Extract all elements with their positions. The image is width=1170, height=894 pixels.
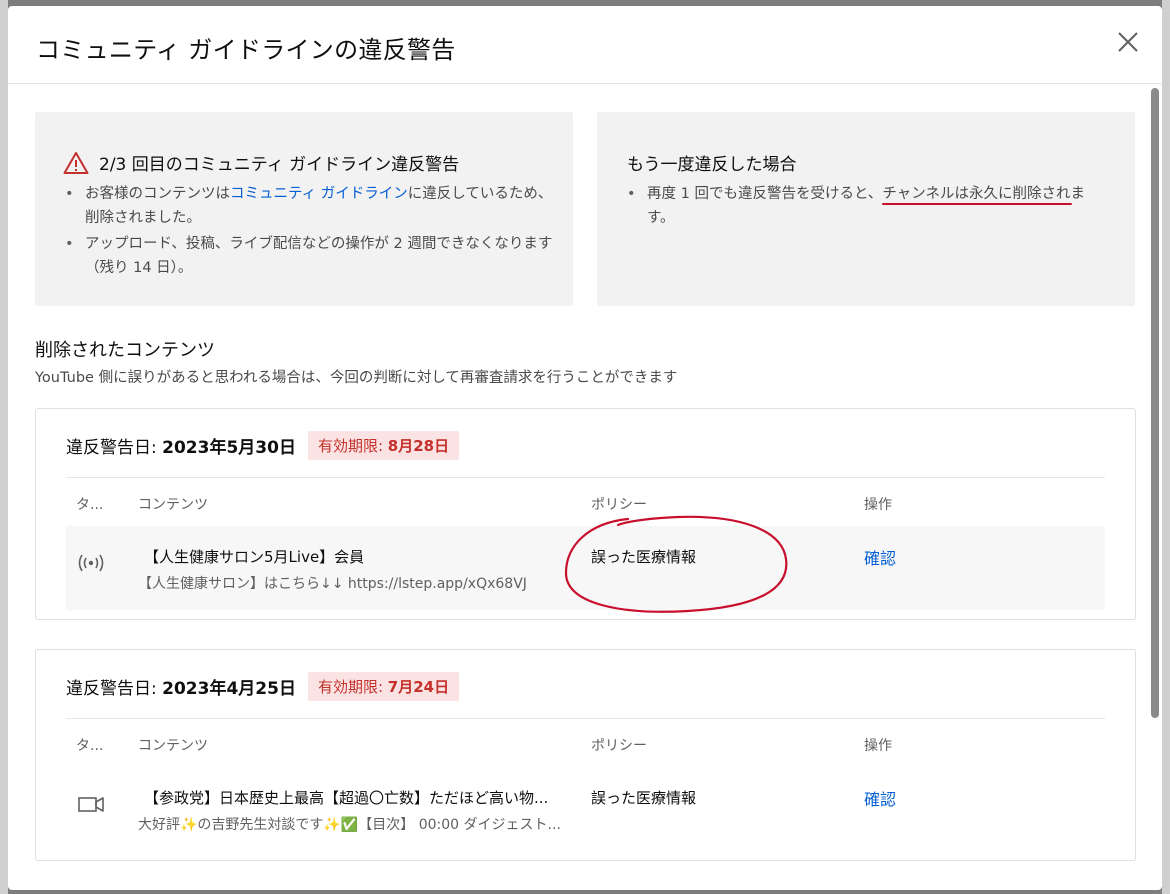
dialog-header: コミュニティ ガイドラインの違反警告 bbox=[8, 6, 1162, 84]
next-violation-panel: もう一度違反した場合 再度 1 回でも違反警告を受けると、チャンネルは永久に削除… bbox=[597, 112, 1135, 306]
header-policy: ポリシー bbox=[591, 497, 647, 513]
strike-date: 違反警告日: 2023年4月25日 bbox=[66, 674, 296, 699]
strike-date-value: 2023年5月30日 bbox=[162, 438, 296, 458]
strike-date-label: 違反警告日: bbox=[66, 679, 157, 699]
review-link[interactable]: 確認 bbox=[864, 545, 896, 569]
header-type: タ... bbox=[76, 738, 104, 754]
expiry-badge: 有効期限: 7月24日 bbox=[307, 672, 460, 701]
header-action: 操作 bbox=[864, 738, 892, 754]
content-description: 【人生健康サロン】はこちら↓↓ https://lstep.app/xQx68V… bbox=[138, 576, 527, 592]
strike-panel-title-text: 2/3 回目のコミュニティ ガイドライン違反警告 bbox=[99, 155, 460, 175]
video-camera-icon bbox=[78, 797, 104, 812]
strike-card-header: 違反警告日: 2023年4月25日 有効期限: 7月24日 bbox=[66, 672, 460, 701]
content-title[interactable]: 【人生健康サロン5月Live】会員 bbox=[144, 546, 364, 567]
strike-date: 違反警告日: 2023年5月30日 bbox=[66, 433, 296, 458]
removed-content-subtitle: YouTube 側に誤りがあると思われる場合は、今回の判断に対して再審査請求を行… bbox=[35, 370, 678, 386]
next-bullet: 再度 1 回でも違反警告を受けると、チャンネルは永久に削除されます。 bbox=[627, 182, 1107, 230]
strike-card-header: 違反警告日: 2023年5月30日 有効期限: 8月28日 bbox=[66, 431, 460, 460]
strike-bullet-restriction: アップロード、投稿、ライブ配信などの操作が 2 週間できなくなります（残り 14… bbox=[65, 232, 555, 280]
content-title[interactable]: 【参政党】日本歴史上最高【超過〇亡数】ただほど高い物... bbox=[144, 787, 548, 808]
bullet-text: お客様のコンテンツは bbox=[85, 186, 230, 202]
underlined-text: チャンネルは永久に削除され bbox=[882, 186, 1071, 202]
strike-bullets: お客様のコンテンツはコミュニティ ガイドラインに違反しているため、削除されました… bbox=[65, 182, 555, 282]
table-header: タ... コンテンツ ポリシー 操作 bbox=[66, 477, 1105, 527]
expiry-value: 8月28日 bbox=[387, 437, 450, 455]
table-row: 【参政党】日本歴史上最高【超過〇亡数】ただほど高い物... 大好評✨の吉野先生対… bbox=[66, 767, 1105, 851]
dialog-title: コミュニティ ガイドラインの違反警告 bbox=[36, 36, 456, 64]
scrollbar[interactable] bbox=[1151, 88, 1159, 718]
content-description: 大好評✨の吉野先生対談です✨✅【目次】 00:00 ダイジェスト... bbox=[138, 817, 561, 833]
header-content: コンテンツ bbox=[138, 738, 208, 754]
expiry-label: 有効期限: bbox=[317, 678, 384, 696]
strike-panel-title: 2/3 回目のコミュニティ ガイドライン違反警告 bbox=[63, 150, 460, 175]
community-guidelines-link[interactable]: コミュニティ ガイドライン bbox=[230, 186, 408, 202]
expiry-value: 7月24日 bbox=[387, 678, 450, 696]
warning-icon bbox=[63, 151, 89, 174]
expiry-badge: 有効期限: 8月28日 bbox=[307, 431, 460, 460]
background-page bbox=[0, 0, 8, 894]
strike-info-panel: 2/3 回目のコミュニティ ガイドライン違反警告 お客様のコンテンツはコミュニテ… bbox=[35, 112, 573, 306]
live-broadcast-icon bbox=[78, 554, 104, 572]
header-policy: ポリシー bbox=[591, 738, 647, 754]
header-content: コンテンツ bbox=[138, 497, 208, 513]
header-type: タ... bbox=[76, 497, 104, 513]
next-bullets: 再度 1 回でも違反警告を受けると、チャンネルは永久に削除されます。 bbox=[627, 182, 1107, 232]
expiry-label: 有効期限: bbox=[317, 437, 384, 455]
next-panel-title: もう一度違反した場合 bbox=[627, 155, 797, 175]
close-icon[interactable] bbox=[1114, 28, 1142, 56]
strike-bullet-removed: お客様のコンテンツはコミュニティ ガイドラインに違反しているため、削除されました… bbox=[65, 182, 555, 230]
removed-content-title: 削除されたコンテンツ bbox=[35, 340, 215, 361]
header-action: 操作 bbox=[864, 497, 892, 513]
strike-card: 違反警告日: 2023年5月30日 有効期限: 8月28日 タ... コンテンツ… bbox=[35, 408, 1136, 620]
strike-card: 違反警告日: 2023年4月25日 有効期限: 7月24日 タ... コンテンツ… bbox=[35, 649, 1136, 861]
strike-dialog: コミュニティ ガイドラインの違反警告 2/3 回目のコミュニティ ガイドライン違… bbox=[8, 6, 1162, 890]
table-row: 【人生健康サロン5月Live】会員 【人生健康サロン】はこちら↓↓ https:… bbox=[66, 526, 1105, 610]
strike-date-value: 2023年4月25日 bbox=[162, 679, 296, 699]
table-header: タ... コンテンツ ポリシー 操作 bbox=[66, 718, 1105, 768]
policy-label: 誤った医療情報 bbox=[591, 548, 697, 566]
bullet-text: 再度 1 回でも違反警告を受けると、 bbox=[647, 186, 883, 202]
background-page-right bbox=[1162, 0, 1170, 894]
policy-label: 誤った医療情報 bbox=[591, 789, 697, 807]
strike-date-label: 違反警告日: bbox=[66, 438, 157, 458]
review-link[interactable]: 確認 bbox=[864, 786, 896, 810]
